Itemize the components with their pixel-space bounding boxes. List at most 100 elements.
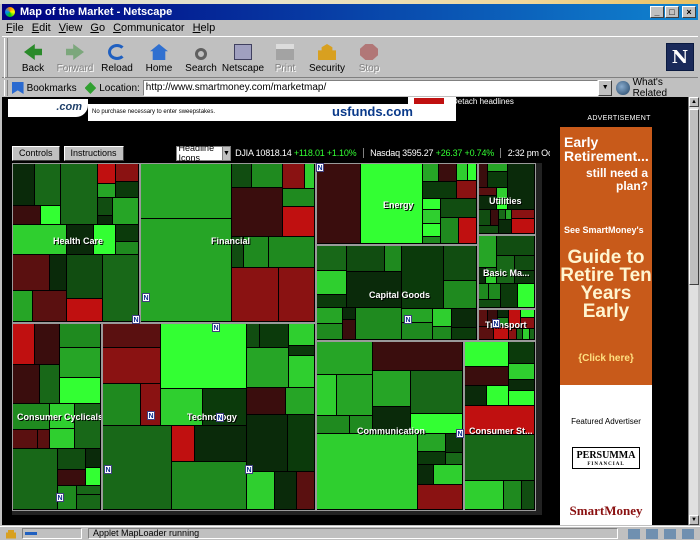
market-treemap[interactable]: Health Care Financial Energy Utilities Capit… bbox=[12, 163, 542, 515]
stock-cell[interactable] bbox=[433, 327, 452, 340]
menu-edit[interactable]: Edit bbox=[32, 22, 51, 34]
stock-cell[interactable] bbox=[103, 426, 172, 510]
stock-cell[interactable] bbox=[512, 219, 535, 234]
headline-icons-select[interactable]: Headline Icons ▼ bbox=[175, 143, 232, 163]
stock-cell[interactable] bbox=[172, 462, 247, 510]
stock-cell[interactable] bbox=[283, 164, 305, 189]
bookmarks-button[interactable]: Bookmarks bbox=[27, 83, 77, 94]
navigator-icon[interactable] bbox=[628, 528, 640, 539]
stock-cell[interactable] bbox=[288, 415, 315, 472]
stock-cell[interactable] bbox=[103, 348, 161, 384]
stock-cell[interactable] bbox=[116, 164, 139, 182]
stop-button[interactable]: Stop bbox=[348, 37, 390, 77]
headline-marker-icon[interactable]: N bbox=[456, 429, 464, 438]
stock-cell[interactable] bbox=[13, 430, 38, 449]
stock-cell[interactable] bbox=[423, 210, 441, 224]
stock-cell[interactable] bbox=[13, 324, 35, 365]
stock-cell[interactable] bbox=[116, 225, 139, 242]
stock-cell[interactable] bbox=[260, 324, 289, 348]
stock-cell[interactable] bbox=[247, 324, 260, 348]
stock-cell[interactable] bbox=[423, 237, 441, 244]
stock-cell[interactable] bbox=[38, 430, 50, 449]
stock-cell[interactable] bbox=[289, 346, 315, 356]
stock-cell[interactable] bbox=[116, 182, 139, 198]
stock-cell[interactable] bbox=[98, 198, 113, 216]
search-button[interactable]: Search bbox=[180, 37, 222, 77]
usfunds-link[interactable]: usfunds.com bbox=[332, 104, 413, 119]
stock-cell[interactable] bbox=[479, 210, 491, 226]
stock-cell[interactable] bbox=[279, 268, 315, 322]
stock-cell[interactable] bbox=[418, 485, 463, 510]
location-grip[interactable] bbox=[4, 80, 8, 96]
stock-cell[interactable] bbox=[499, 210, 506, 220]
stock-cell[interactable] bbox=[488, 172, 508, 188]
sector-technology[interactable]: Technology bbox=[102, 323, 316, 511]
stock-cell[interactable] bbox=[522, 481, 535, 510]
stock-cell[interactable] bbox=[491, 210, 499, 226]
stock-cell[interactable] bbox=[317, 246, 347, 271]
menu-help[interactable]: Help bbox=[193, 22, 216, 34]
stock-cell[interactable] bbox=[465, 342, 509, 367]
stock-cell[interactable] bbox=[275, 472, 297, 510]
headline-marker-icon[interactable]: N bbox=[245, 465, 253, 474]
stock-cell[interactable] bbox=[317, 375, 337, 416]
stock-cell[interactable] bbox=[509, 380, 535, 391]
stock-cell[interactable] bbox=[86, 449, 101, 468]
stock-cell[interactable] bbox=[459, 218, 477, 244]
stock-cell[interactable] bbox=[60, 348, 101, 378]
sector-capital-goods[interactable]: Capital Goods bbox=[316, 245, 478, 341]
stock-cell[interactable] bbox=[141, 164, 232, 219]
stock-cell[interactable] bbox=[61, 164, 98, 225]
stock-cell[interactable] bbox=[468, 164, 477, 181]
stock-cell[interactable] bbox=[373, 371, 411, 407]
stock-cell[interactable] bbox=[305, 164, 315, 189]
stock-cell[interactable] bbox=[283, 207, 315, 237]
location-page-icon[interactable] bbox=[84, 82, 97, 94]
stock-cell[interactable] bbox=[347, 246, 385, 272]
menu-view[interactable]: View bbox=[59, 22, 83, 34]
stock-cell[interactable] bbox=[317, 308, 343, 324]
stock-cell[interactable] bbox=[13, 291, 33, 322]
stock-cell[interactable] bbox=[141, 219, 232, 322]
persumma-logo[interactable]: PERSUMMA FINANCIAL bbox=[572, 447, 640, 469]
netscape-button[interactable]: Netscape bbox=[222, 37, 264, 77]
sector-transport[interactable]: Transport bbox=[478, 309, 536, 341]
stock-cell[interactable] bbox=[103, 324, 161, 348]
ad-click-here-link[interactable]: {Click here} bbox=[560, 353, 652, 364]
stock-cell[interactable] bbox=[465, 367, 509, 386]
reload-button[interactable]: Reload bbox=[96, 37, 138, 77]
stock-cell[interactable] bbox=[509, 391, 535, 406]
stock-cell[interactable] bbox=[317, 271, 347, 295]
stock-cell[interactable] bbox=[113, 198, 139, 225]
stock-cell[interactable] bbox=[161, 324, 247, 389]
stock-cell[interactable] bbox=[498, 310, 509, 318]
stock-cell[interactable] bbox=[373, 342, 463, 371]
discussions-icon[interactable] bbox=[664, 528, 676, 539]
stock-cell[interactable] bbox=[252, 164, 283, 188]
headline-marker-icon[interactable]: N bbox=[142, 293, 150, 302]
stock-cell[interactable] bbox=[465, 435, 535, 481]
stock-cell[interactable] bbox=[446, 453, 463, 465]
sector-health-care[interactable]: Health Care bbox=[12, 163, 140, 323]
stock-cell[interactable] bbox=[75, 404, 101, 449]
stock-cell[interactable] bbox=[77, 495, 101, 510]
stock-cell[interactable] bbox=[465, 386, 487, 406]
stock-cell[interactable] bbox=[479, 300, 501, 308]
stock-cell[interactable] bbox=[58, 449, 86, 470]
stock-cell[interactable] bbox=[317, 342, 373, 375]
stock-cell[interactable] bbox=[60, 378, 101, 404]
stock-cell[interactable] bbox=[518, 284, 535, 308]
stock-cell[interactable] bbox=[103, 255, 139, 322]
sector-energy[interactable]: Energy bbox=[316, 163, 478, 245]
stock-cell[interactable] bbox=[232, 188, 283, 237]
back-button[interactable]: Back bbox=[12, 37, 54, 77]
stock-cell[interactable] bbox=[523, 329, 530, 340]
stock-cell[interactable] bbox=[289, 324, 315, 346]
stock-cell[interactable] bbox=[13, 365, 40, 404]
print-button[interactable]: Print bbox=[264, 37, 306, 77]
netscape-logo[interactable]: N bbox=[666, 43, 694, 71]
stock-cell[interactable] bbox=[247, 415, 288, 472]
stock-cell[interactable] bbox=[41, 206, 61, 225]
stock-cell[interactable] bbox=[116, 242, 139, 255]
stock-cell[interactable] bbox=[77, 486, 101, 495]
